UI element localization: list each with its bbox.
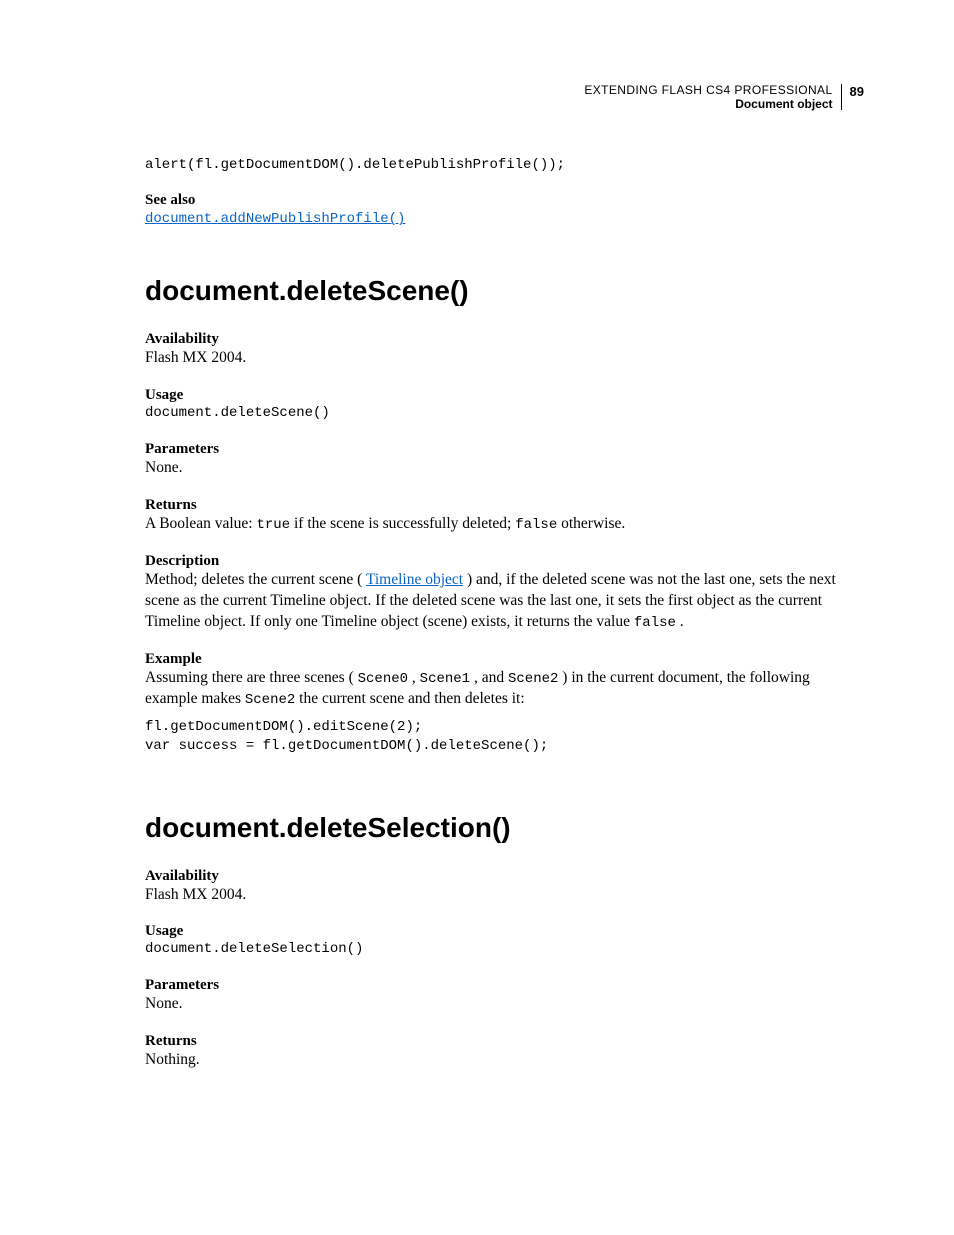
usage-block-1: Usage document.deleteScene() [145,387,864,423]
example-scene0: Scene0 [358,671,408,687]
page-container: EXTENDING FLASH CS4 PROFESSIONAL Documen… [0,0,954,1145]
description-post: . [680,613,684,630]
availability-label-2: Availability [145,868,864,885]
header-divider [841,84,842,110]
method-heading-deleteselection: document.deleteSelection() [145,812,864,844]
returns-block-1: Returns A Boolean value: true if the sce… [145,497,864,535]
example-post: the current scene and then deletes it: [299,690,525,707]
usage-block-2: Usage document.deleteSelection() [145,923,864,959]
parameters-block-1: Parameters None. [145,441,864,479]
example-pre: Assuming there are three scenes ( [145,669,354,686]
parameters-label-2: Parameters [145,977,864,994]
returns-code-true: true [257,517,291,533]
parameters-text: None. [145,458,864,479]
top-code-sample: alert(fl.getDocumentDOM().deletePublishP… [145,156,864,175]
availability-label: Availability [145,331,864,348]
description-label: Description [145,553,864,570]
availability-block-2: Availability Flash MX 2004. [145,868,864,906]
returns-pre: A Boolean value: [145,515,257,532]
running-header-text: EXTENDING FLASH CS4 PROFESSIONAL Documen… [584,84,832,112]
timeline-object-link[interactable]: Timeline object [366,571,463,588]
section-name: Document object [584,98,832,112]
example-scene2b: Scene2 [245,692,295,708]
usage-code: document.deleteScene() [145,404,864,423]
example-block-1: Example Assuming there are three scenes … [145,651,864,756]
book-title: EXTENDING FLASH CS4 PROFESSIONAL [584,84,832,98]
running-header: EXTENDING FLASH CS4 PROFESSIONAL Documen… [145,84,864,112]
returns-label-2: Returns [145,1033,864,1050]
description-pre: Method; deletes the current scene ( [145,571,362,588]
example-scene1: Scene1 [420,671,470,687]
availability-text-2: Flash MX 2004. [145,885,864,906]
method-heading-deletescene: document.deleteScene() [145,275,864,307]
see-also-block: See also document.addNewPublishProfile() [145,192,864,227]
returns-text: A Boolean value: true if the scene is su… [145,514,864,535]
example-intro: Assuming there are three scenes ( Scene0… [145,668,864,710]
description-block-1: Description Method; deletes the current … [145,553,864,633]
example-s1: , [412,669,420,686]
returns-label: Returns [145,497,864,514]
see-also-label: See also [145,192,864,209]
parameters-text-2: None. [145,994,864,1015]
page-number: 89 [850,84,864,99]
description-text: Method; deletes the current scene ( Time… [145,570,864,633]
example-code: fl.getDocumentDOM().editScene(2); var su… [145,718,864,756]
example-s2: , and [474,669,508,686]
availability-text: Flash MX 2004. [145,348,864,369]
parameters-label: Parameters [145,441,864,458]
returns-mid: if the scene is successfully deleted; [294,515,515,532]
returns-text-2: Nothing. [145,1050,864,1071]
availability-block-1: Availability Flash MX 2004. [145,331,864,369]
example-label: Example [145,651,864,668]
returns-block-2: Returns Nothing. [145,1033,864,1071]
usage-label: Usage [145,387,864,404]
returns-code-false: false [515,517,557,533]
description-code-false: false [634,615,676,631]
see-also-link[interactable]: document.addNewPublishProfile() [145,211,405,227]
running-header-block: EXTENDING FLASH CS4 PROFESSIONAL Documen… [584,84,864,112]
usage-code-2: document.deleteSelection() [145,940,864,959]
usage-label-2: Usage [145,923,864,940]
parameters-block-2: Parameters None. [145,977,864,1015]
example-scene2: Scene2 [508,671,558,687]
returns-post: otherwise. [561,515,625,532]
